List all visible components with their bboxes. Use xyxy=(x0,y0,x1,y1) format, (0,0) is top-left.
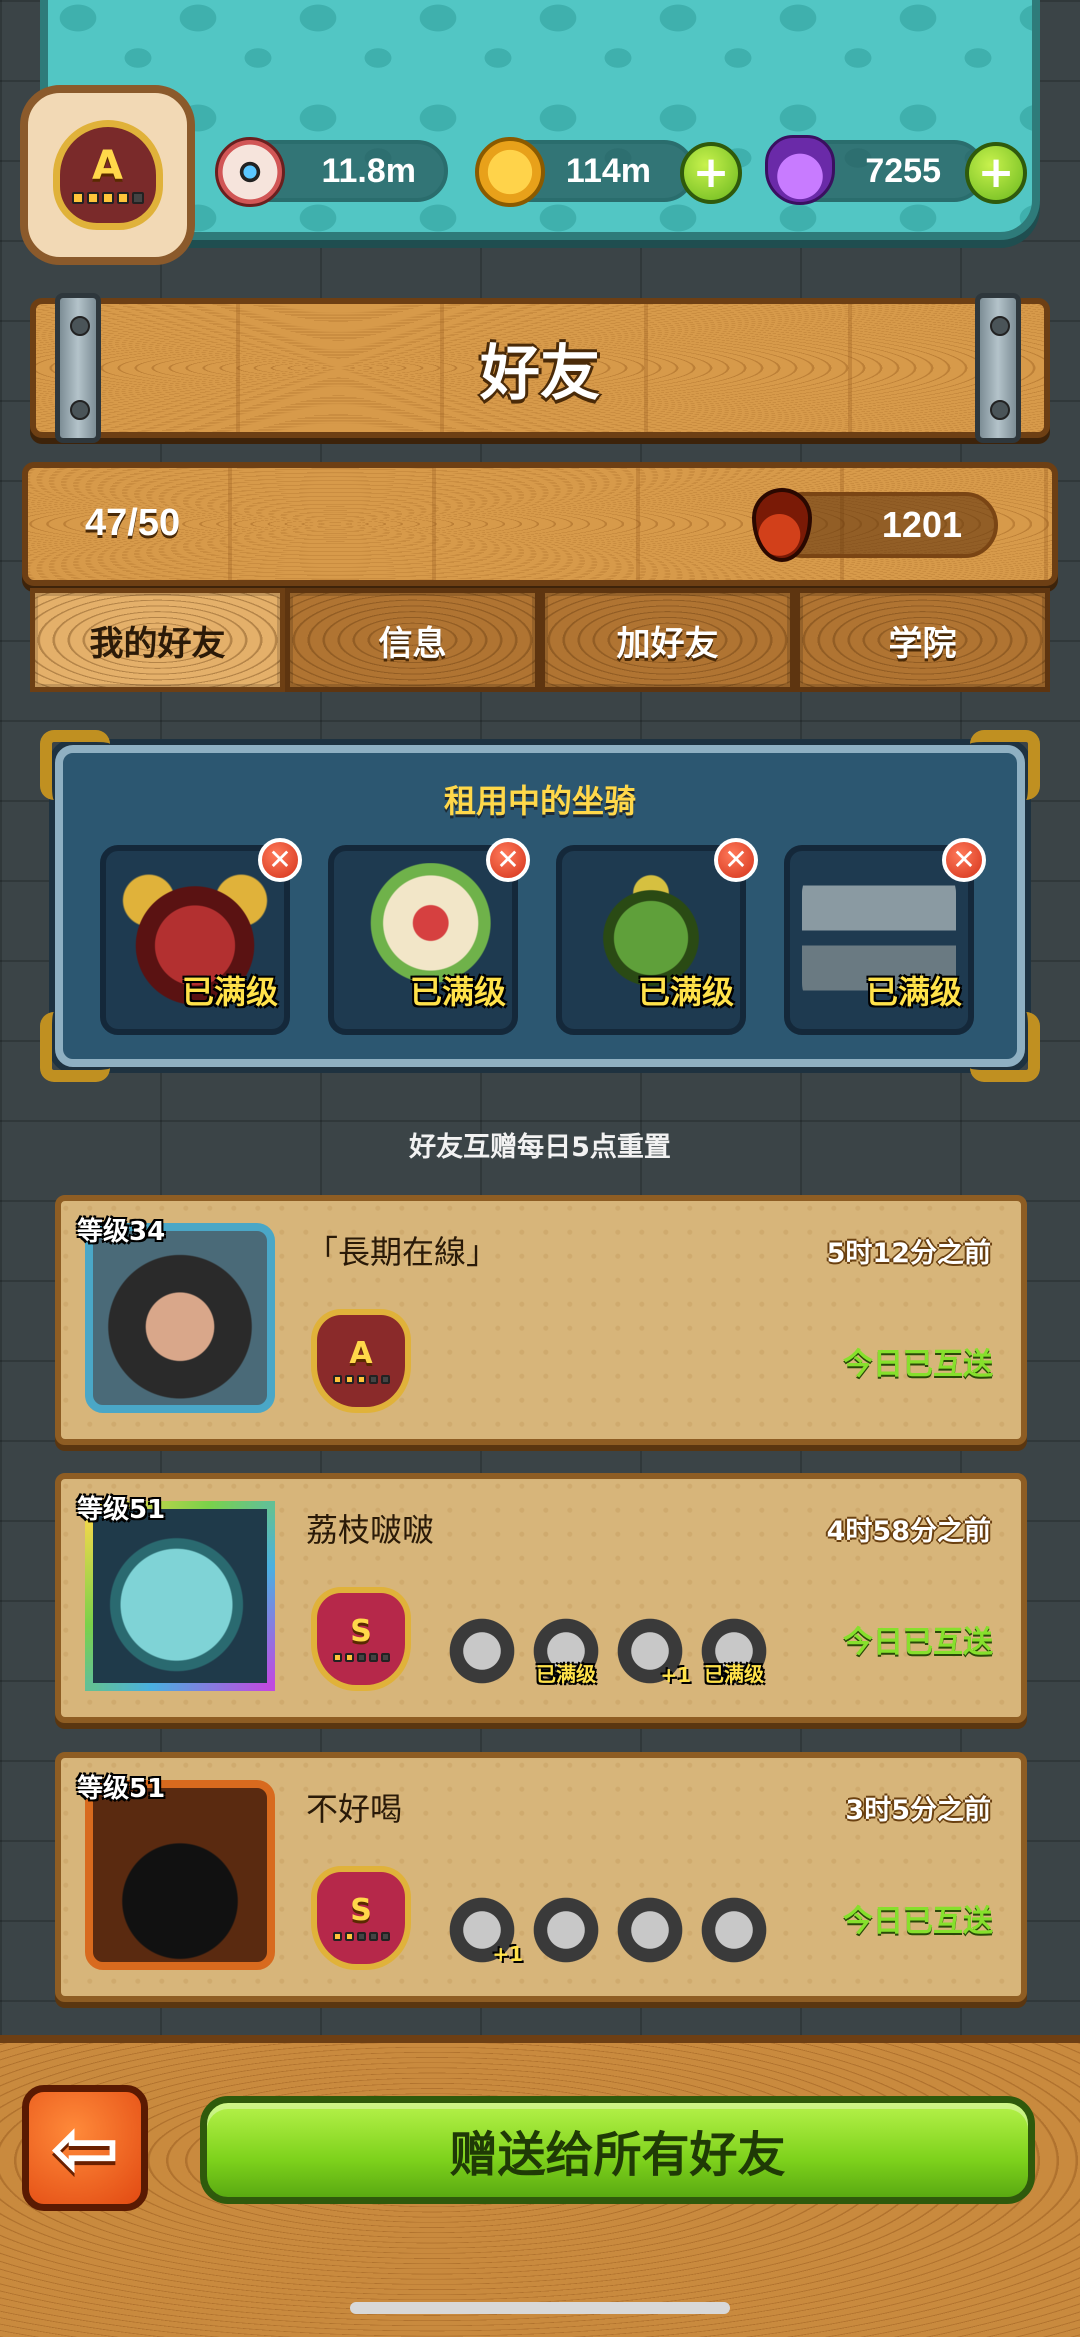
rented-mount-slot[interactable]: 已满级 xyxy=(328,845,518,1035)
friend-name: 「長期在線」 xyxy=(306,1233,499,1271)
home-indicator[interactable] xyxy=(350,2302,730,2314)
page-title: 好友 xyxy=(480,338,600,409)
max-level-label: 已满级 xyxy=(704,1662,764,1686)
tab-academy[interactable]: 学院 xyxy=(795,588,1050,692)
friend-avatar[interactable] xyxy=(85,1223,275,1413)
rank-progress-dots xyxy=(71,192,144,204)
friend-rank-emblem-icon: S xyxy=(311,1587,411,1691)
back-arrow-icon: ⇦ xyxy=(49,2099,121,2197)
friend-name: 不好喝 xyxy=(306,1790,403,1828)
add-potion-button[interactable]: + xyxy=(965,142,1027,204)
friend-count: 47/50 xyxy=(85,502,181,544)
mount-bonus-label: +1 xyxy=(660,1663,691,1687)
friend-mount-icon[interactable]: +1 xyxy=(607,1607,693,1687)
panel-corner-decoration xyxy=(40,1012,110,1082)
mount-bonus-label: +1 xyxy=(492,1942,523,1966)
remove-mount-button[interactable]: ✕ xyxy=(942,838,986,882)
potion-icon xyxy=(765,135,835,205)
rank-letter: S xyxy=(350,1613,372,1649)
tab-add-friend[interactable]: 加好友 xyxy=(540,588,795,692)
panel-corner-decoration xyxy=(970,1012,1040,1082)
rank-emblem-icon: A xyxy=(52,120,163,230)
tab-my-friends[interactable]: 我的好友 xyxy=(30,588,285,692)
max-level-label: 已满级 xyxy=(181,973,278,1011)
add-gold-button[interactable]: + xyxy=(680,142,742,204)
blood-amount: 1201 xyxy=(881,504,962,545)
friend-last-seen: 5时12分之前 xyxy=(826,1238,991,1269)
max-level-label: 已满级 xyxy=(536,1662,596,1686)
friend-mount-icon[interactable]: 已满级 xyxy=(691,1607,777,1687)
rank-letter: A xyxy=(349,1335,373,1371)
tab-messages[interactable]: 信息 xyxy=(285,588,540,692)
tab-label: 我的好友 xyxy=(89,623,226,664)
eyeball-amount: 11.8m xyxy=(321,151,416,190)
tab-label: 学院 xyxy=(888,623,957,664)
gold-coin-icon xyxy=(475,137,545,207)
friend-rank-emblem-icon: A xyxy=(311,1309,411,1413)
gift-all-friends-button[interactable]: 赠送给所有好友 xyxy=(200,2096,1035,2204)
friend-avatar[interactable] xyxy=(85,1501,275,1691)
gift-reset-note: 好友互赠每日5点重置 xyxy=(409,1132,671,1163)
tab-label: 加好友 xyxy=(616,623,719,664)
rented-mount-slot[interactable]: 已满级 xyxy=(556,845,746,1035)
remove-mount-button[interactable]: ✕ xyxy=(486,838,530,882)
rented-mounts-title: 租用中的坐骑 xyxy=(443,782,636,820)
title-plank: 好友 xyxy=(30,298,1050,438)
max-level-label: 已满级 xyxy=(865,973,962,1011)
right-metal-bracket xyxy=(975,293,1021,443)
friend-rank-emblem-icon: S xyxy=(311,1866,411,1970)
friend-tabs: 我的好友 信息 加好友 学院 xyxy=(30,588,1050,692)
tab-label: 信息 xyxy=(378,623,447,664)
gift-all-label: 赠送给所有好友 xyxy=(449,2127,786,2183)
rank-letter: S xyxy=(350,1892,372,1928)
back-button[interactable]: ⇦ xyxy=(22,2085,148,2211)
eyeball-icon xyxy=(215,137,285,207)
friend-card[interactable]: 等级51 荔枝啵啵 4时58分之前 S 已满级 +1 已满级 今日已互送 xyxy=(55,1473,1027,1723)
friend-avatar[interactable] xyxy=(85,1780,275,1970)
left-metal-bracket xyxy=(55,293,101,443)
gift-status: 今日已互送 xyxy=(843,1347,993,1382)
friend-mount-icon[interactable] xyxy=(523,1886,609,1966)
rented-mount-slot[interactable]: 已满级 xyxy=(784,845,974,1035)
gold-amount: 114m xyxy=(565,151,651,190)
max-level-label: 已满级 xyxy=(637,973,734,1011)
remove-mount-button[interactable]: ✕ xyxy=(258,838,302,882)
player-rank-badge[interactable]: A xyxy=(20,85,195,265)
friend-level: 等级34 xyxy=(77,1217,166,1247)
remove-mount-button[interactable]: ✕ xyxy=(714,838,758,882)
friend-card[interactable]: 等级51 不好喝 3时5分之前 S +1 今日已互送 xyxy=(55,1752,1027,2002)
potion-amount: 7255 xyxy=(865,151,941,190)
gift-status: 今日已互送 xyxy=(843,1625,993,1660)
friend-name: 荔枝啵啵 xyxy=(306,1511,435,1549)
friend-last-seen: 4时58分之前 xyxy=(826,1516,991,1547)
rented-mount-slot[interactable]: 已满级 xyxy=(100,845,290,1035)
friend-mount-icon[interactable]: +1 xyxy=(439,1886,525,1966)
friend-level: 等级51 xyxy=(77,1774,166,1804)
friend-card[interactable]: 等级34 「長期在線」 5时12分之前 A 今日已互送 xyxy=(55,1195,1027,1445)
friend-last-seen: 3时5分之前 xyxy=(845,1795,991,1826)
gift-status: 今日已互送 xyxy=(843,1904,993,1939)
friend-mount-icon[interactable]: 已满级 xyxy=(523,1607,609,1687)
max-level-label: 已满级 xyxy=(409,973,506,1011)
rank-letter: A xyxy=(92,143,123,189)
friend-mount-icon[interactable] xyxy=(439,1607,525,1687)
friend-mount-icon[interactable] xyxy=(691,1886,777,1966)
friend-level: 等级51 xyxy=(77,1495,166,1525)
friend-mount-icon[interactable] xyxy=(607,1886,693,1966)
